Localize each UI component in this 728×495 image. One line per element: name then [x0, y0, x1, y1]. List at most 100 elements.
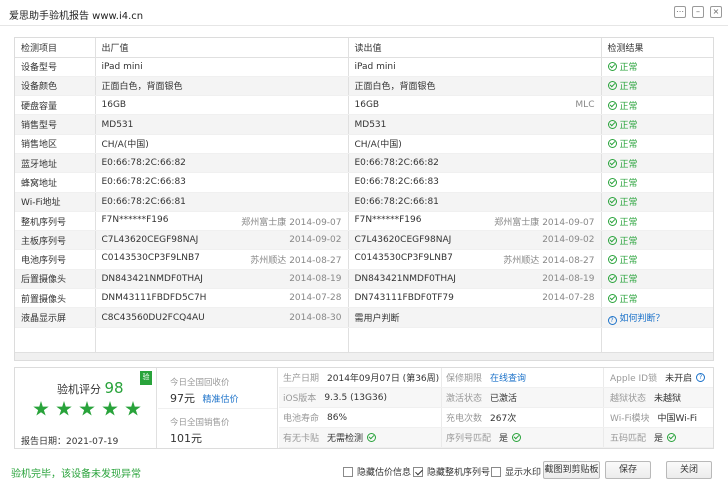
result-status: 正常	[619, 63, 638, 74]
check-circle-icon	[512, 433, 522, 442]
how-to-judge-link[interactable]: 如何判断？	[620, 314, 665, 324]
close-icon[interactable]: ×	[710, 6, 722, 18]
read-meta: 2014-08-19	[542, 274, 594, 284]
factory-cell: E0:66:78:2C:66:82	[94, 153, 348, 174]
warranty-query-link[interactable]: 在线查询	[490, 371, 526, 384]
factory-value: C0143530CP3F9LNB7	[101, 253, 200, 264]
info-cell: 电池寿命 86%	[279, 408, 442, 427]
read-value: DN843421NMDF0THAJ	[354, 273, 456, 284]
read-value: 16GB	[354, 100, 380, 111]
check-circle-icon	[607, 293, 617, 303]
check-circle-icon	[367, 433, 377, 442]
close-button[interactable]: 关闭	[666, 461, 712, 479]
read-cell: CH/A(中国)	[347, 134, 601, 154]
checkbox-box[interactable]	[343, 466, 353, 477]
info-cell: 充电次数 267次	[442, 408, 604, 427]
read-meta: MLC	[575, 100, 594, 110]
info-cell: Apple ID锁 未开启?	[604, 368, 713, 387]
factory-origin: 郑州富士康	[241, 217, 287, 228]
info-key: Wi-Fi模块	[610, 414, 650, 424]
factory-value: E0:66:78:2C:66:81	[101, 196, 186, 207]
hide-price-checkbox[interactable]: 隐藏估价信息	[343, 465, 411, 478]
item-cell: Wi-Fi地址	[15, 192, 95, 212]
read-value: DN743111FBDF0TF79	[354, 293, 454, 304]
verified-badge: 验	[140, 371, 152, 385]
checkbox-box[interactable]	[491, 466, 501, 477]
table-row: 设备颜色 正面白色，背面银色 正面白色，背面银色 正常	[15, 76, 713, 97]
factory-cell: DN843421NMDF0THAJ 2014-08-19	[94, 269, 348, 290]
item-cell: 设备颜色	[15, 76, 95, 97]
check-circle-icon	[607, 158, 617, 168]
item-cell: 销售型号	[15, 114, 95, 135]
watermark-checkbox[interactable]: 显示水印	[491, 465, 541, 478]
result-cell: 正常	[600, 76, 713, 97]
info-row: iOS版本 9.3.5 (13G36) 激活状态 已激活 越狱状态 未越狱	[279, 388, 713, 408]
info-value: 已激活	[490, 394, 518, 404]
score-caption: 验机评分	[57, 383, 101, 396]
result-status: 正常	[619, 217, 638, 228]
read-cell: C7L43620CEGF98NAJ 2014-09-02	[347, 230, 601, 251]
read-cell: MD531	[347, 114, 601, 135]
read-meta: 郑州富士康 2014-09-07	[494, 215, 594, 228]
header-read: 读出值	[347, 38, 601, 58]
info-cell: 激活状态 已激活	[442, 388, 604, 407]
read-value: 正面白色，背面银色	[354, 82, 436, 93]
checkbox-box-checked[interactable]	[413, 466, 423, 477]
info-cell: iOS版本 9.3.5 (13G36)	[279, 388, 442, 407]
info-cell: 有无卡贴 无需检测	[279, 428, 442, 447]
result-status: 正常	[619, 178, 638, 189]
table-row: 销售地区 CH/A(中国) CH/A(中国) 正常	[15, 134, 713, 154]
read-cell: DN743111FBDF0TF79 2014-07-28	[347, 288, 601, 309]
factory-value: DN843421NMDF0THAJ	[101, 273, 203, 284]
minimize-icon[interactable]: –	[692, 6, 704, 18]
info-value: 是	[654, 434, 664, 444]
factory-value: F7N******F196	[101, 214, 169, 225]
factory-date: 2014-08-19	[289, 273, 342, 284]
item-cell: 主板序列号	[15, 230, 95, 251]
help-icon[interactable]: ?	[696, 373, 706, 382]
info-cell: 生产日期 2014年09月07日 (第36周)	[279, 368, 442, 387]
table-row: 电池序列号 C0143530CP3F9LNB7 苏州顺达 2014-08-27 C01…	[15, 249, 713, 270]
report-date: 报告日期：2021-07-19	[21, 437, 119, 447]
save-button[interactable]: 保存	[605, 461, 651, 479]
read-cell: iPad mini	[347, 57, 601, 77]
status-message: 验机完毕，该设备未发现异常	[11, 469, 141, 480]
read-cell: 16GB MLC	[347, 95, 601, 116]
result-cell: 正常	[600, 153, 713, 174]
read-value: CH/A(中国)	[354, 140, 402, 151]
header-factory: 出厂值	[94, 38, 348, 58]
result-status: 正常	[619, 275, 638, 286]
read-date: 2014-08-19	[542, 273, 595, 284]
info-value: 未越狱	[654, 394, 682, 404]
info-key: Apple ID锁	[610, 374, 658, 384]
recycle-price-label: 今日全国回收价	[170, 378, 230, 388]
settings-icon[interactable]: ⋯	[674, 6, 686, 18]
device-info-grid: 生产日期 2014年09月07日 (第36周) 保修期限 在线查询 Apple ID锁未…	[279, 368, 713, 448]
score-label: 验机评分 98	[57, 379, 124, 397]
result-status: 正常	[619, 294, 638, 305]
read-cell: E0:66:78:2C:66:83	[347, 172, 601, 193]
item-cell: 后置摄像头	[15, 269, 95, 290]
item-cell: 电池序列号	[15, 249, 95, 270]
read-meta: 2014-09-02	[542, 235, 594, 245]
result-cell: 正常	[600, 269, 713, 290]
read-value: E0:66:78:2C:66:82	[354, 158, 439, 169]
read-cell: F7N******F196 郑州富士康 2014-09-07	[347, 211, 601, 232]
item-cell: 整机序列号	[15, 211, 95, 232]
estimate-link[interactable]: 精准估价	[203, 395, 239, 405]
factory-cell: C0143530CP3F9LNB7 苏州顺达 2014-08-27	[94, 249, 348, 270]
factory-date: 2014-07-28	[289, 293, 342, 304]
info-key: 五码匹配	[610, 434, 647, 444]
read-cell: C0143530CP3F9LNB7 苏州顺达 2014-08-27	[347, 249, 601, 270]
factory-value: E0:66:78:2C:66:83	[101, 177, 186, 188]
info-row: 生产日期 2014年09月07日 (第36周) 保修期限 在线查询 Apple ID锁未…	[279, 368, 713, 388]
check-circle-icon	[607, 81, 617, 91]
item-cell: 液晶显示屏	[15, 307, 95, 328]
info-value: 未开启	[665, 374, 693, 384]
clipboard-button[interactable]: 截图到剪贴板	[543, 461, 600, 479]
hide-serial-checkbox[interactable]: 隐藏整机序列号	[413, 465, 490, 478]
horizontal-scrollbar[interactable]	[15, 352, 713, 360]
title-bar: 爱思助手验机报告 www.i4.cn ⋯ – ×	[0, 0, 728, 26]
factory-cell: 16GB	[94, 95, 348, 116]
star-icon	[102, 401, 118, 416]
